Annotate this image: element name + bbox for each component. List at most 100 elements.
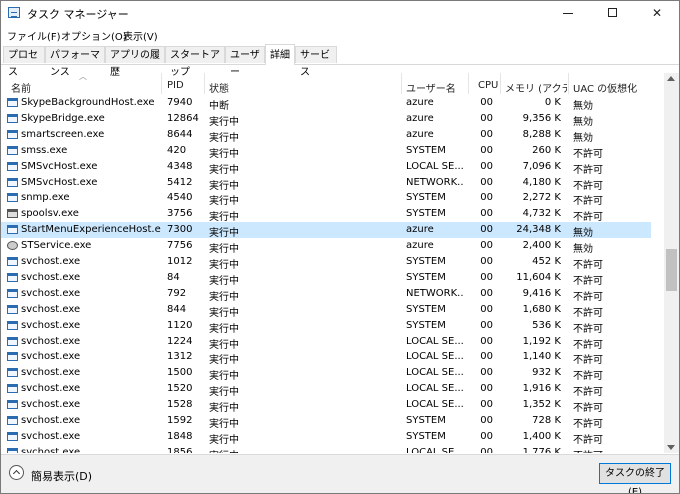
table-row[interactable]: svchost.exe 84 実行中 SYSTEM 00 11,604 K 不許可 xyxy=(1,270,651,287)
app-icon xyxy=(7,304,18,314)
tab-processes[interactable]: プロセス xyxy=(3,46,45,78)
process-pid: 1012 xyxy=(167,256,193,267)
table-row[interactable]: SkypeBridge.exe 12864 実行中 azure 00 9,356 K 無効 xyxy=(1,111,651,128)
fewer-details-link[interactable]: 簡易表示(D) xyxy=(31,468,92,484)
process-name: snmp.exe xyxy=(21,192,70,204)
process-name: STService.exe xyxy=(21,240,92,252)
table-row[interactable]: svchost.exe 1528 実行中 LOCAL SE... 00 1,352 K 不許… xyxy=(1,397,651,414)
maximize-button[interactable] xyxy=(591,1,635,25)
column-header-cpu[interactable]: CPU xyxy=(478,80,498,91)
process-pid: 420 xyxy=(167,144,187,156)
process-name: svchost.exe xyxy=(21,383,81,395)
column-header-name[interactable]: 名前 xyxy=(11,80,31,95)
process-cpu: 00 xyxy=(480,383,493,395)
table-row[interactable]: smartscreen.exe 8644 実行中 azure 00 8,288 K 無効 xyxy=(1,127,651,144)
column-divider[interactable] xyxy=(468,73,469,94)
process-name: StartMenuExperienceHost.exe xyxy=(21,224,161,236)
table-row[interactable]: snmp.exe 4540 実行中 SYSTEM 00 2,272 K 不許可 xyxy=(1,190,651,207)
column-header-status[interactable]: 状態 xyxy=(209,80,229,95)
column-divider[interactable] xyxy=(401,73,402,94)
app-icon xyxy=(7,368,18,378)
process-pid: 1848 xyxy=(167,430,193,442)
process-cpu: 00 xyxy=(480,415,493,426)
end-task-button[interactable]: タスクの終了(E) xyxy=(599,463,671,493)
menu-view[interactable]: 表示(V) xyxy=(123,28,158,43)
process-name: SMSvcHost.exe xyxy=(21,160,98,172)
process-user: LOCAL SE... xyxy=(406,399,464,411)
collapse-chevron-icon[interactable] xyxy=(9,465,24,480)
process-uac: 無効 xyxy=(573,116,593,128)
close-icon: ✕ xyxy=(651,6,663,20)
table-row[interactable]: svchost.exe 1520 実行中 LOCAL SE... 00 1,916 K 不許… xyxy=(1,381,651,398)
process-pid: 4540 xyxy=(167,192,193,204)
process-memory: 9,356 K xyxy=(522,112,561,124)
process-name: SkypeBackgroundHost.exe xyxy=(21,97,155,108)
table-row[interactable]: svchost.exe 1012 実行中 SYSTEM 00 452 K 不許可 xyxy=(1,254,651,271)
table-row[interactable]: svchost.exe 1848 実行中 SYSTEM 00 1,400 K 不許可 xyxy=(1,429,651,446)
tab-services[interactable]: サービス xyxy=(295,46,337,78)
app-icon xyxy=(7,161,18,171)
table-row[interactable]: smss.exe 420 実行中 SYSTEM 00 260 K 不許可 xyxy=(1,143,651,160)
footer: 簡易表示(D) タスクの終了(E) xyxy=(1,454,679,493)
scrollbar-thumb[interactable] xyxy=(666,249,677,291)
gear-icon xyxy=(7,241,18,251)
table-row[interactable]: svchost.exe 844 実行中 SYSTEM 00 1,680 K 不許可 xyxy=(1,302,651,319)
process-pid: 1520 xyxy=(167,383,193,395)
tab-details[interactable]: 詳細 xyxy=(265,44,295,65)
column-header-pid[interactable]: PID xyxy=(167,80,184,91)
table-row[interactable]: STService.exe 7756 実行中 azure 00 2,400 K 無効 xyxy=(1,238,651,255)
process-name: spoolsv.exe xyxy=(21,208,79,220)
process-status: 実行中 xyxy=(209,339,239,351)
menu-file[interactable]: ファイル(F) xyxy=(7,28,61,43)
process-memory: 4,732 K xyxy=(522,208,561,220)
process-pid: 1592 xyxy=(167,415,193,426)
process-user: LOCAL SE... xyxy=(406,367,464,379)
process-pid: 12864 xyxy=(167,112,199,124)
menu-options[interactable]: オプション(O) xyxy=(61,28,127,43)
table-row[interactable]: SMSvcHost.exe 4348 実行中 LOCAL SE... 00 7,096 K… xyxy=(1,159,651,176)
process-cpu: 00 xyxy=(480,319,493,331)
column-header-memory[interactable]: メモリ (アクティ... xyxy=(505,80,567,95)
process-memory: 1,680 K xyxy=(522,303,561,315)
close-button[interactable]: ✕ xyxy=(635,1,679,25)
table-row[interactable]: svchost.exe 1312 実行中 LOCAL SE... 00 1,140 K 不許… xyxy=(1,349,651,367)
column-divider[interactable] xyxy=(204,73,205,94)
tab-startup[interactable]: スタートアップ xyxy=(165,46,225,78)
column-divider[interactable] xyxy=(161,73,162,94)
column-header-uac[interactable]: UAC の仮想化 xyxy=(573,80,637,95)
table-row[interactable]: svchost.exe 1500 実行中 LOCAL SE... 00 932 K 不許可 xyxy=(1,365,651,382)
tab-performance[interactable]: パフォーマンス xyxy=(45,46,105,78)
process-pid: 1500 xyxy=(167,367,193,379)
vertical-scrollbar[interactable] xyxy=(664,73,679,453)
table-row[interactable]: SkypeBackgroundHost.exe 7940 中断 azure 00 0 K 無… xyxy=(1,95,651,112)
title-bar[interactable]: タスク マネージャー ✕ xyxy=(1,1,679,25)
process-user: SYSTEM xyxy=(406,144,446,156)
table-row[interactable]: svchost.exe 792 実行中 NETWORK... 00 9,416 K 不許可 xyxy=(1,286,651,303)
process-name: svchost.exe xyxy=(21,335,81,347)
table-row[interactable]: svchost.exe 1224 実行中 LOCAL SE... 00 1,192 K 不許… xyxy=(1,334,651,351)
column-header-user[interactable]: ユーザー名 xyxy=(406,80,456,95)
process-status: 実行中 xyxy=(209,355,239,367)
table-row[interactable]: spoolsv.exe 3756 実行中 SYSTEM 00 4,732 K 不許可 xyxy=(1,206,651,224)
table-row[interactable]: StartMenuExperienceHost.exe 7300 実行中 azure 0… xyxy=(1,222,651,239)
column-divider[interactable] xyxy=(568,73,569,94)
process-cpu: 00 xyxy=(480,399,493,411)
scroll-up-icon[interactable] xyxy=(667,76,675,81)
table-row[interactable]: SMSvcHost.exe 5412 実行中 NETWORK... 00 4,180 K 不… xyxy=(1,175,651,192)
process-cpu: 00 xyxy=(480,367,493,379)
table-row[interactable]: svchost.exe 1856 実行中 LOCAL SE... 00 1,776 K 不許… xyxy=(1,445,651,453)
column-divider[interactable] xyxy=(500,73,501,94)
tab-users[interactable]: ユーザー xyxy=(225,46,265,78)
minimize-button[interactable] xyxy=(546,1,590,25)
app-icon xyxy=(7,416,18,425)
tab-app-history[interactable]: アプリの履歴 xyxy=(105,46,165,78)
task-manager-icon xyxy=(8,7,20,18)
process-cpu: 00 xyxy=(480,335,493,347)
process-user: azure xyxy=(406,112,434,124)
table-row[interactable]: svchost.exe 1592 実行中 SYSTEM 00 728 K 不許可 xyxy=(1,413,651,430)
process-uac: 不許可 xyxy=(573,212,603,224)
process-name: svchost.exe xyxy=(21,351,81,363)
scroll-down-icon[interactable] xyxy=(667,445,675,450)
app-icon xyxy=(7,272,18,282)
table-row[interactable]: svchost.exe 1120 実行中 SYSTEM 00 536 K 不許可 xyxy=(1,318,651,335)
